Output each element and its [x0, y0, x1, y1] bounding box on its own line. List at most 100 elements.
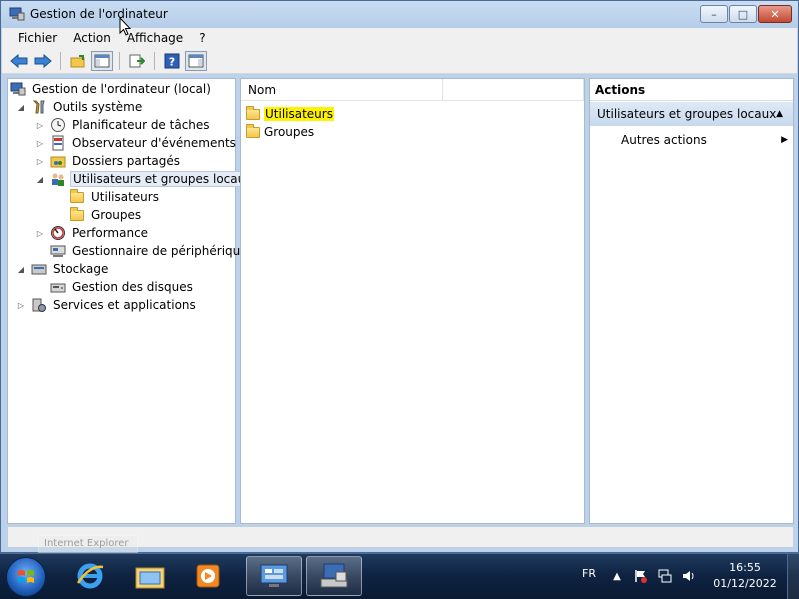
- show-desktop-button[interactable]: [787, 554, 799, 599]
- control-panel-icon: [260, 564, 288, 587]
- clock[interactable]: 16:55 01/12/2022: [710, 560, 780, 592]
- mouse-cursor-icon: [119, 17, 131, 36]
- up-level-button[interactable]: [67, 51, 89, 71]
- computer-management-icon: [9, 6, 25, 22]
- tree-item-storage[interactable]: ◢ Stockage: [16, 260, 110, 278]
- tree-item-groups[interactable]: Groupes: [69, 206, 143, 224]
- tree-item-label: Gestion de l'ordinateur (local): [32, 82, 211, 96]
- tree-item-shared-folders[interactable]: ▷ Dossiers partagés: [35, 152, 182, 170]
- list-header: Nom: [241, 79, 584, 101]
- folder-icon: [69, 188, 85, 205]
- actions-group-label: Utilisateurs et groupes locaux: [597, 107, 777, 121]
- expand-icon[interactable]: ▷: [16, 301, 26, 310]
- shared-folder-icon: [50, 153, 66, 169]
- tree-item-services-applications[interactable]: ▷ Services et applications: [16, 296, 198, 314]
- expand-icon[interactable]: ▷: [35, 121, 45, 130]
- help-icon: ?: [164, 53, 180, 68]
- submenu-arrow-icon: ▶: [781, 135, 788, 145]
- clock-date: 01/12/2022: [713, 577, 777, 590]
- back-arrow-icon: [10, 53, 28, 68]
- forward-arrow-icon: [34, 53, 52, 68]
- show-hide-tree-button[interactable]: [91, 50, 113, 71]
- back-button[interactable]: [8, 51, 30, 71]
- export-list-button[interactable]: [126, 51, 148, 71]
- collapse-icon[interactable]: ◢: [16, 265, 26, 274]
- list-item-users[interactable]: Utilisateurs: [245, 105, 334, 123]
- export-icon: [129, 54, 145, 67]
- forward-button[interactable]: [32, 51, 54, 71]
- console-tree-pane[interactable]: Gestion de l'ordinateur (local) ◢ Outils…: [7, 78, 256, 524]
- tree-item-label: Performance: [72, 226, 149, 240]
- minimize-button[interactable]: –: [700, 5, 728, 23]
- collapse-icon[interactable]: ◢: [16, 103, 26, 112]
- show-hidden-icons-icon[interactable]: ▲: [610, 569, 624, 583]
- actions-group-local-users-groups[interactable]: Utilisateurs et groupes locaux ▲: [590, 102, 793, 126]
- show-hide-action-pane-button[interactable]: [185, 50, 207, 71]
- tree-item-label: Services et applications: [53, 298, 196, 312]
- internet-explorer-icon: [76, 563, 104, 589]
- column-header-name[interactable]: Nom: [241, 79, 443, 101]
- tree-item-computer-management[interactable]: Gestion de l'ordinateur (local): [10, 80, 213, 98]
- media-player-icon: [196, 564, 220, 588]
- tree-item-label: Gestionnaire de périphériques: [72, 244, 254, 258]
- window-title: Gestion de l'ordinateur: [30, 7, 168, 21]
- taskbar-tooltip: Internet Explorer: [38, 535, 138, 553]
- toolbar: ?: [2, 48, 797, 74]
- toolbar-separator: [60, 51, 61, 70]
- computer-management-icon: [320, 563, 348, 588]
- tree-item-device-manager[interactable]: Gestionnaire de périphériques: [50, 242, 256, 260]
- actions-title: Actions: [590, 79, 793, 101]
- taskbar: FR ▲ 16:55 01/12/2022: [0, 553, 799, 599]
- performance-icon: [50, 225, 66, 241]
- tree-item-system-tools[interactable]: ◢ Outils système: [16, 98, 144, 116]
- taskbar-internet-explorer[interactable]: [62, 556, 118, 596]
- tree-item-event-viewer[interactable]: ▷ Observateur d'événements: [35, 134, 238, 152]
- tree-item-label: Groupes: [91, 208, 142, 222]
- maximize-button[interactable]: □: [729, 5, 757, 23]
- network-icon[interactable]: [658, 569, 672, 583]
- folder-icon: [245, 123, 261, 138]
- menu-fichier[interactable]: Fichier: [2, 31, 65, 45]
- tree-item-local-users-groups[interactable]: ◢ Utilisateurs et groupes locaux: [35, 170, 256, 188]
- tree-item-label: Dossiers partagés: [72, 154, 181, 168]
- expand-icon[interactable]: ▷: [35, 229, 45, 238]
- tree-item-label: Stockage: [53, 262, 109, 276]
- console-tree-icon: [94, 54, 110, 67]
- tree-item-disk-management[interactable]: Gestion des disques: [50, 278, 195, 296]
- folder-explorer-icon: [135, 567, 165, 589]
- results-pane[interactable]: Nom Utilisateurs Groupes: [240, 78, 585, 524]
- tree-item-label: Utilisateurs: [91, 190, 159, 204]
- computer-management-icon: [10, 81, 26, 97]
- menu-help[interactable]: ?: [191, 31, 213, 45]
- close-button[interactable]: ✕: [758, 5, 792, 23]
- tree-item-performance[interactable]: ▷ Performance: [35, 224, 150, 242]
- taskbar-media-player[interactable]: [180, 556, 236, 596]
- tree-item-task-scheduler[interactable]: ▷ Planificateur de tâches: [35, 116, 212, 134]
- folder-up-icon: [70, 54, 85, 67]
- taskbar-computer-management[interactable]: [306, 556, 362, 596]
- expand-icon[interactable]: ▷: [35, 157, 45, 166]
- tree-item-label: Utilisateurs et groupes locaux: [70, 171, 256, 187]
- action-center-icon[interactable]: [634, 569, 648, 583]
- actions-item-more-actions[interactable]: Autres actions ▶: [621, 131, 791, 149]
- collapse-icon[interactable]: ◢: [35, 175, 45, 184]
- services-icon: [31, 297, 47, 313]
- toolbar-separator: [154, 51, 155, 70]
- collapse-up-icon[interactable]: ▲: [776, 102, 783, 126]
- tree-item-label: Gestion des disques: [72, 280, 193, 294]
- list-item-groups[interactable]: Groupes: [245, 123, 314, 141]
- tree-item-users[interactable]: Utilisateurs: [69, 188, 161, 206]
- taskbar-explorer[interactable]: [122, 556, 178, 596]
- menu-action[interactable]: Action: [65, 31, 119, 45]
- storage-icon: [31, 261, 47, 277]
- tree-item-label: Outils système: [53, 100, 143, 114]
- taskbar-control-panel[interactable]: [246, 556, 302, 596]
- action-pane-icon: [188, 54, 204, 67]
- tree-item-label: Observateur d'événements: [72, 136, 236, 150]
- help-button[interactable]: ?: [161, 51, 183, 71]
- expand-icon[interactable]: ▷: [35, 139, 45, 148]
- column-header-empty[interactable]: [443, 79, 584, 101]
- start-button[interactable]: [6, 557, 46, 597]
- volume-icon[interactable]: [682, 569, 696, 583]
- language-indicator[interactable]: FR: [582, 567, 596, 580]
